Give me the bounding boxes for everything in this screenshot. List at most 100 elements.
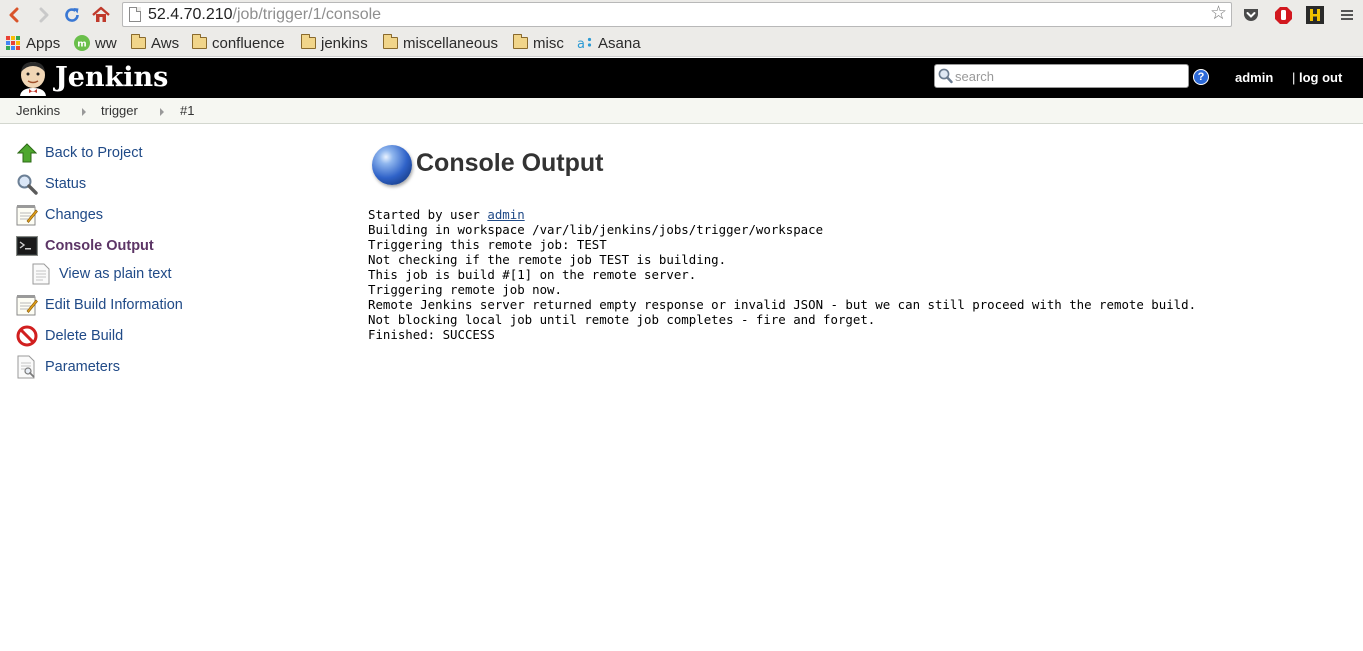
address-bar[interactable]: 52.4.70.210/job/trigger/1/console ☆ xyxy=(122,2,1232,27)
logout-area: | log out xyxy=(1292,70,1342,85)
up-arrow-icon xyxy=(16,142,38,164)
jenkins-butler-icon[interactable] xyxy=(16,60,50,96)
search-input[interactable] xyxy=(955,67,1185,85)
bookmark-misc[interactable]: misc xyxy=(513,34,564,52)
chevron-right-icon xyxy=(39,7,49,23)
bookmark-star-icon[interactable]: ☆ xyxy=(1210,4,1227,24)
task-label: Back to Project xyxy=(45,145,143,161)
folder-icon xyxy=(131,34,146,49)
bookmark-label: miscellaneous xyxy=(403,34,499,52)
bookmark-label: Asana xyxy=(598,34,641,52)
logout-separator: | xyxy=(1292,70,1299,85)
bookmark-label: Apps xyxy=(26,34,61,52)
user-link[interactable]: admin xyxy=(1235,70,1273,85)
task-changes[interactable]: Changes xyxy=(16,203,103,227)
url-text[interactable]: 52.4.70.210/job/trigger/1/console xyxy=(148,6,381,24)
apps-grid-icon xyxy=(6,36,20,50)
breadcrumb-separator-icon[interactable] xyxy=(82,108,86,116)
breadcrumb-jenkins[interactable]: Jenkins xyxy=(16,103,60,118)
bookmark-asana[interactable]: a Asana xyxy=(577,34,641,52)
build-status-ball-icon xyxy=(372,145,412,185)
console-line: Remote Jenkins server returned empty res… xyxy=(368,297,1197,312)
task-label: Status xyxy=(45,176,87,192)
task-console-output[interactable]: Console Output xyxy=(16,234,154,258)
search-box xyxy=(934,64,1189,88)
extension-button[interactable] xyxy=(1304,4,1326,26)
document-search-icon xyxy=(16,355,38,379)
page-title: Console Output xyxy=(416,149,604,177)
breadcrumb-trigger[interactable]: trigger xyxy=(101,103,138,118)
console-line: Not blocking local job until remote job … xyxy=(368,312,876,327)
task-label: Changes xyxy=(45,207,104,223)
task-view-as-plain-text[interactable]: View as plain text xyxy=(30,262,172,286)
bookmark-apps[interactable]: Apps xyxy=(6,34,60,52)
browser-toolbar: 52.4.70.210/job/trigger/1/console ☆ xyxy=(0,0,1363,30)
extension-icon xyxy=(1306,6,1324,24)
logout-link[interactable]: log out xyxy=(1299,70,1342,85)
adblock-extension[interactable] xyxy=(1272,4,1294,26)
no-entry-icon xyxy=(16,325,38,347)
notepad-icon xyxy=(16,204,38,226)
folder-icon xyxy=(383,34,398,49)
home-button[interactable] xyxy=(90,4,112,26)
breadcrumb-separator-icon[interactable] xyxy=(160,108,164,116)
console-user-link[interactable]: admin xyxy=(487,207,524,222)
bookmark-miscellaneous[interactable]: miscellaneous xyxy=(383,34,498,52)
pocket-extension[interactable] xyxy=(1240,4,1262,26)
task-parameters[interactable]: Parameters xyxy=(16,355,120,379)
bookmark-label: misc xyxy=(533,34,564,52)
jenkins-title[interactable]: Jenkins xyxy=(55,61,168,95)
task-label: Parameters xyxy=(45,359,120,375)
bookmark-label: confluence xyxy=(212,34,285,52)
hamburger-menu-icon xyxy=(1341,10,1353,20)
console-line: This job is build #[1] on the remote ser… xyxy=(368,267,697,282)
forward-button[interactable] xyxy=(33,4,55,26)
console-line: Not checking if the remote job TEST is b… xyxy=(368,252,727,267)
bookmark-aws[interactable]: Aws xyxy=(131,34,179,52)
url-path: /job/trigger/1/console xyxy=(232,6,382,23)
reload-button[interactable] xyxy=(61,4,83,26)
breadcrumb: Jenkins trigger #1 xyxy=(0,98,1363,124)
home-icon xyxy=(92,6,110,22)
folder-icon xyxy=(192,34,207,49)
folder-icon xyxy=(301,34,316,49)
bookmark-label: jenkins xyxy=(321,34,368,52)
jenkins-header: Jenkins ? admin | log out xyxy=(0,58,1363,98)
console-line: Triggering this remote job: TEST xyxy=(368,237,607,252)
pocket-icon xyxy=(1244,9,1258,21)
asana-logo-icon: a xyxy=(577,37,592,50)
bookmarks-bar: Apps m ww Aws confluence jenkins miscell… xyxy=(0,30,1363,57)
task-label: Edit Build Information xyxy=(45,297,183,313)
task-label: View as plain text xyxy=(59,266,172,282)
bookmark-confluence[interactable]: confluence xyxy=(192,34,285,52)
stop-hand-icon xyxy=(1274,6,1292,24)
bookmark-label: ww xyxy=(95,34,117,52)
task-status[interactable]: Status xyxy=(16,172,86,196)
document-icon xyxy=(30,263,52,285)
bookmark-ww[interactable]: m ww xyxy=(74,34,117,52)
magnifier-icon xyxy=(16,173,38,195)
console-line: Finished: SUCCESS xyxy=(368,327,495,342)
console-line: Triggering remote job now. xyxy=(368,282,562,297)
task-back-to-project[interactable]: Back to Project xyxy=(16,141,143,165)
svg-text:m: m xyxy=(77,40,86,50)
folder-icon xyxy=(513,34,528,49)
mint-logo-icon: m xyxy=(74,35,90,51)
reload-icon xyxy=(65,8,79,22)
task-label: Console Output xyxy=(45,238,154,254)
page-icon xyxy=(129,7,141,22)
chevron-left-icon xyxy=(9,7,19,23)
browser-menu-button[interactable] xyxy=(1336,4,1358,26)
search-icon xyxy=(938,68,953,84)
back-button[interactable] xyxy=(3,4,25,26)
console-output: Started by user admin Building in worksp… xyxy=(368,207,1196,342)
task-delete-build[interactable]: Delete Build xyxy=(16,324,123,348)
task-label: Delete Build xyxy=(45,328,124,344)
task-edit-build-information[interactable]: Edit Build Information xyxy=(16,293,183,317)
bookmark-jenkins[interactable]: jenkins xyxy=(301,34,368,52)
notepad-icon xyxy=(16,294,38,316)
breadcrumb-build[interactable]: #1 xyxy=(180,103,194,118)
bookmark-label: Aws xyxy=(151,34,180,52)
svg-text:a: a xyxy=(577,37,585,50)
help-icon[interactable]: ? xyxy=(1193,69,1209,85)
